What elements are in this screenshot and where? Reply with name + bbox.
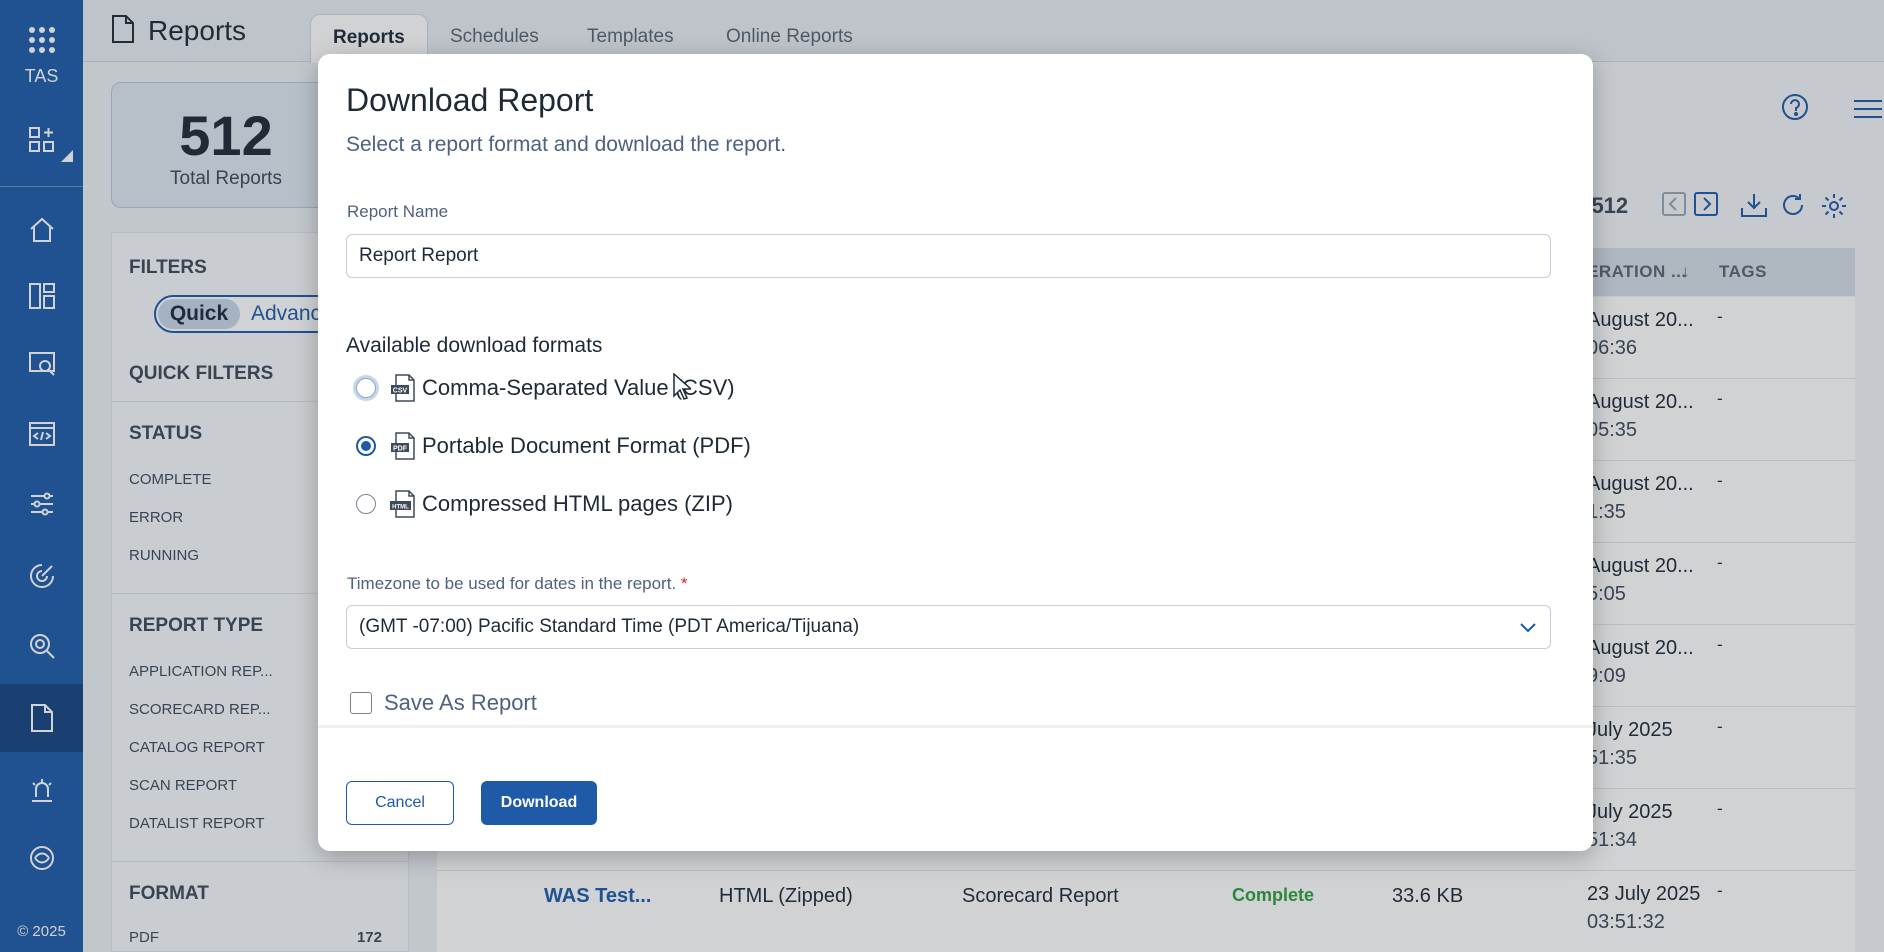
html-file-icon: HTML [390,490,415,518]
save-as-report-label[interactable]: Save As Report [384,690,537,716]
timezone-label-text: Timezone to be used for dates in the rep… [347,574,677,593]
csv-file-icon: CSV [391,374,415,402]
format-option-pdf[interactable]: PDF Portable Document Format (PDF) [356,426,751,466]
html-badge: HTML [392,505,409,511]
download-button[interactable]: Download [481,781,597,825]
pdf-badge: PDF [393,446,408,453]
pdf-file-icon: PDF [391,432,415,460]
cancel-button[interactable]: Cancel [346,781,454,825]
dialog-subtitle: Select a report format and download the … [346,133,787,156]
csv-radio[interactable] [356,378,376,398]
dialog-title: Download Report [346,82,594,118]
download-report-dialog: Download Report Select a report format a… [318,54,1593,851]
formats-title: Available download formats [346,334,603,357]
zip-radio[interactable] [356,494,376,514]
dialog-footer-divider [318,725,1593,728]
timezone-label: Timezone to be used for dates in the rep… [347,574,688,594]
mouse-cursor-icon [673,373,691,400]
timezone-select[interactable]: (GMT -07:00) Pacific Standard Time (PDT … [346,605,1551,649]
pdf-radio[interactable] [356,436,376,456]
save-as-report-option[interactable]: Save As Report [350,690,537,716]
timezone-value: (GMT -07:00) Pacific Standard Time (PDT … [359,616,860,637]
save-as-report-checkbox[interactable] [350,692,372,714]
report-name-label: Report Name [347,202,449,221]
format-option-zip[interactable]: HTML Compressed HTML pages (ZIP) [356,484,733,524]
required-marker: * [680,574,688,593]
report-name-input[interactable] [346,234,1551,278]
csv-badge: CSV [393,388,408,395]
chevron-down-icon [1520,623,1536,633]
pdf-label[interactable]: Portable Document Format (PDF) [422,433,751,459]
zip-label[interactable]: Compressed HTML pages (ZIP) [422,491,733,517]
